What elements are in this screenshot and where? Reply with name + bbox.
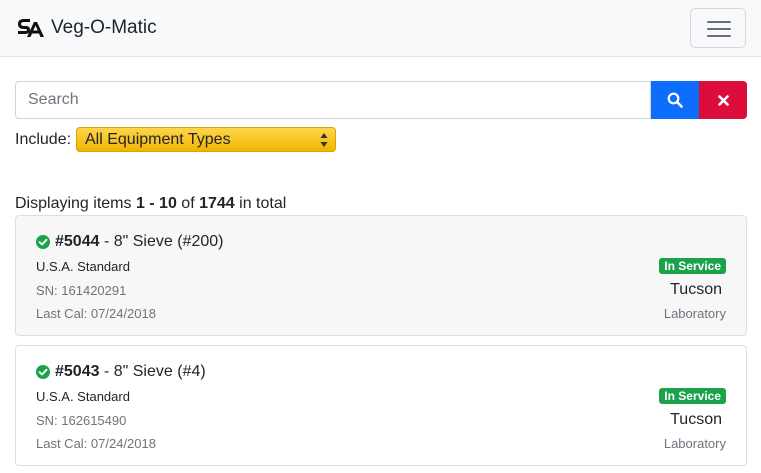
summary-total: 1744 <box>199 195 235 212</box>
status-badge: In Service <box>659 258 726 274</box>
equipment-name: - 8" Sieve (#200) <box>99 233 224 250</box>
clear-search-button[interactable] <box>699 81 747 119</box>
equipment-serial: SN: 162615490 <box>36 413 127 428</box>
navbar: Veg-O-Matic <box>0 0 761 57</box>
equipment-id: #5043 <box>55 363 100 380</box>
sa-logo-icon <box>18 19 44 37</box>
equipment-name: - 8" Sieve (#4) <box>99 363 206 380</box>
summary-range: 1 - 10 <box>135 195 177 212</box>
brand-text: Veg-O-Matic <box>51 17 157 38</box>
search-input[interactable] <box>15 81 651 119</box>
check-circle-icon <box>36 365 50 379</box>
menu-toggle-button[interactable] <box>690 8 746 48</box>
equipment-card[interactable]: #5044 - 8" Sieve (#200) U.S.A. Standard … <box>15 215 747 336</box>
search-icon <box>667 92 683 108</box>
brand[interactable]: Veg-O-Matic <box>16 14 157 42</box>
equipment-standard: U.S.A. Standard <box>36 389 130 404</box>
close-icon <box>717 94 729 106</box>
equipment-title: #5044 - 8" Sieve (#200) <box>36 232 223 252</box>
equipment-card[interactable]: #5043 - 8" Sieve (#4) U.S.A. Standard SN… <box>15 345 747 466</box>
check-circle-icon <box>36 235 50 249</box>
select-arrows-icon <box>320 133 328 147</box>
equipment-last-cal: Last Cal: 07/24/2018 <box>36 306 156 321</box>
equipment-type-select[interactable]: All Equipment Types <box>76 127 336 152</box>
status-badge: In Service <box>659 388 726 404</box>
equipment-type-selected-value: All Equipment Types <box>85 130 231 148</box>
equipment-city: Tucson <box>670 281 722 298</box>
summary-of: of <box>176 195 200 212</box>
equipment-title: #5043 - 8" Sieve (#4) <box>36 362 206 382</box>
equipment-serial: SN: 161420291 <box>36 283 127 298</box>
equipment-department: Laboratory <box>663 306 726 321</box>
include-label: Include: <box>15 131 72 148</box>
equipment-department: Laboratory <box>663 436 726 451</box>
equipment-id: #5044 <box>55 233 100 250</box>
search-button[interactable] <box>651 81 699 119</box>
summary-prefix: Displaying items <box>15 195 136 212</box>
equipment-standard: U.S.A. Standard <box>36 259 130 274</box>
summary-suffix: in total <box>234 195 287 212</box>
results-summary: Displaying items 1 - 10 of 1744 in total <box>15 194 286 214</box>
equipment-city: Tucson <box>670 411 722 428</box>
equipment-last-cal: Last Cal: 07/24/2018 <box>36 436 156 451</box>
